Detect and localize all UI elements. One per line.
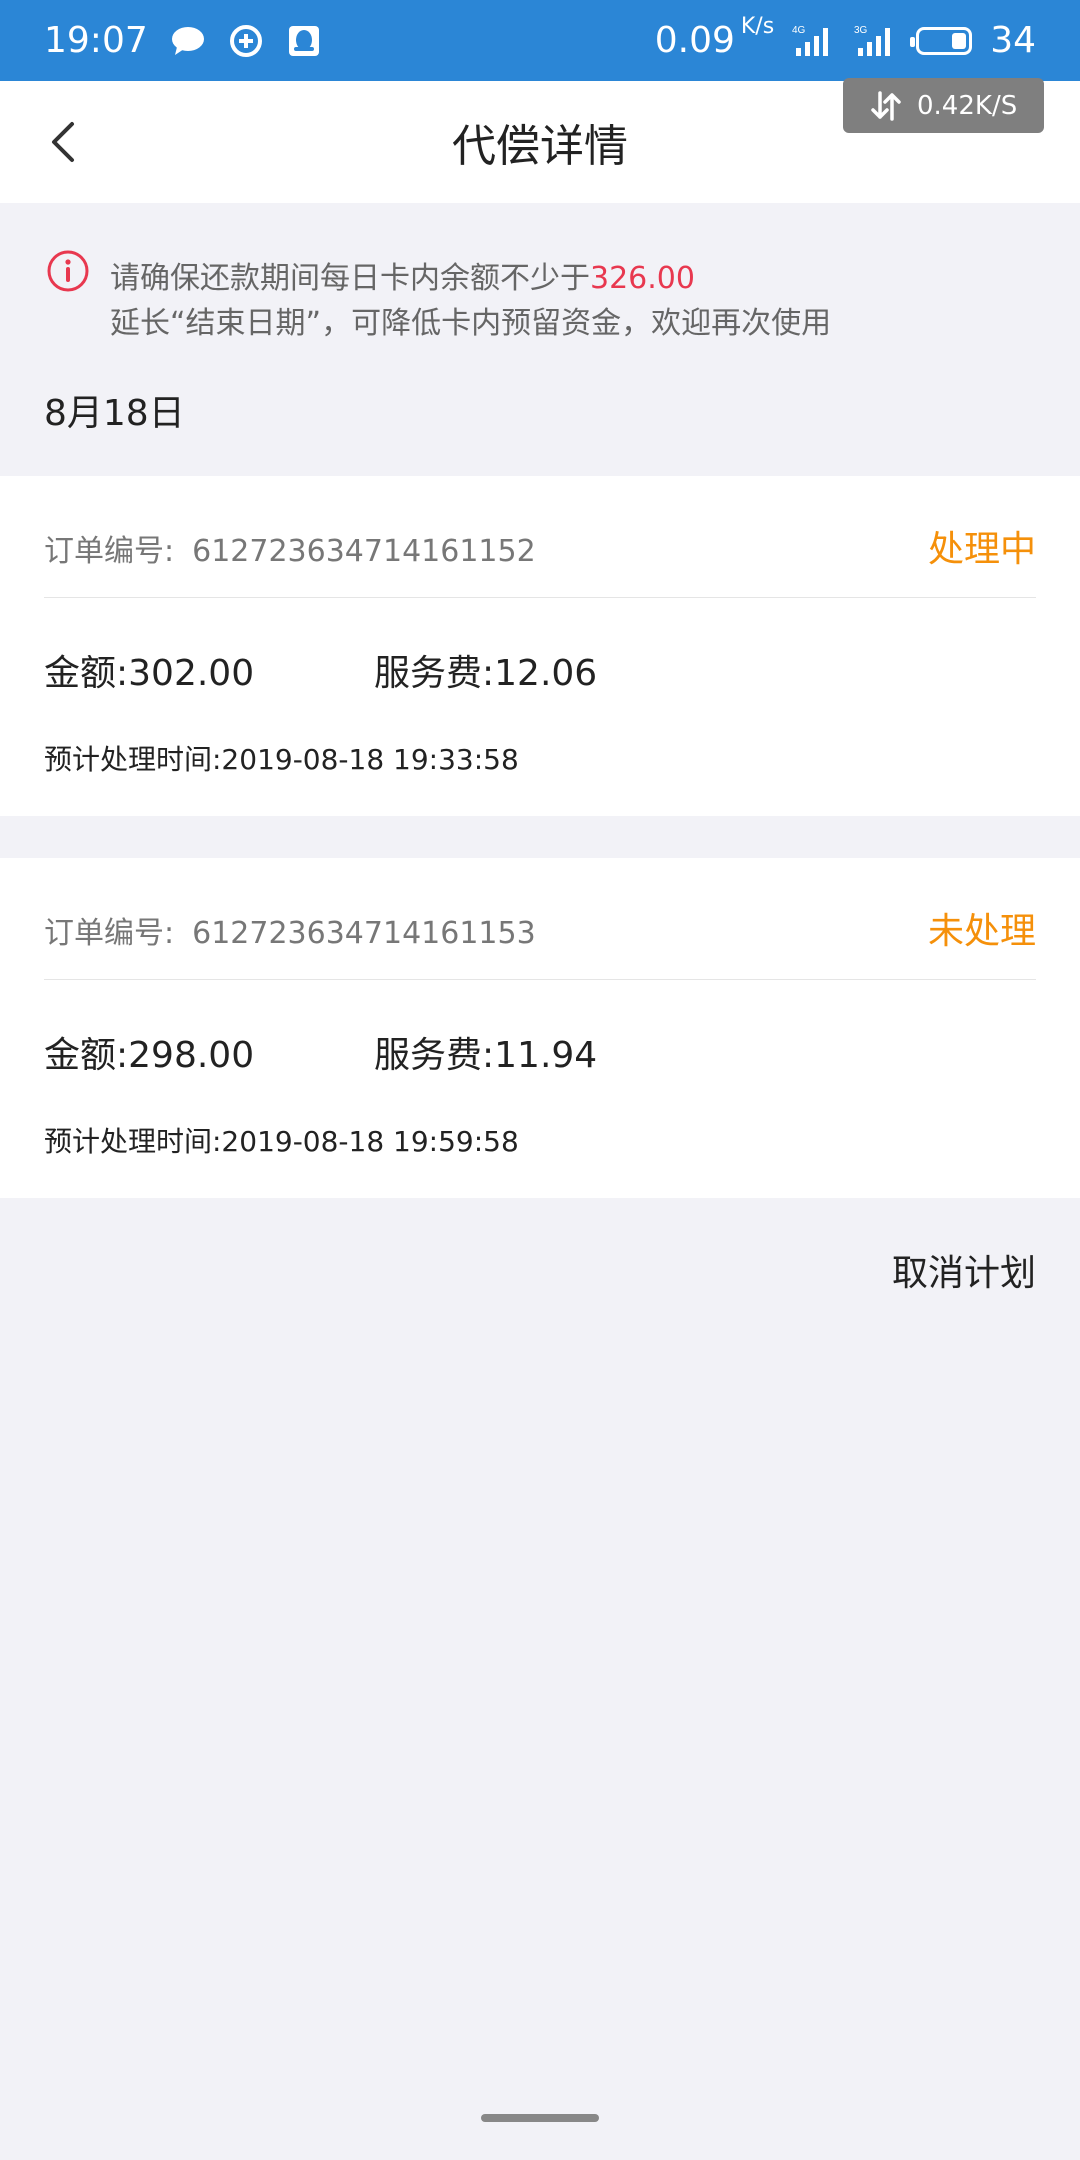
signal-3g-icon: 3G (854, 23, 898, 59)
chat-bubble-icon (170, 23, 206, 59)
notice-amount: 326.00 (590, 261, 695, 296)
transfer-arrows-icon (871, 90, 901, 121)
battery-icon (910, 26, 973, 55)
sync-app-icon (228, 23, 264, 59)
notice-prefix: 请确保还款期间每日卡内余额不少于 (110, 261, 590, 296)
order-number-label: 订单编号: (44, 916, 175, 951)
order-fee: 服务费:12.06 (374, 653, 598, 694)
network-speed-value: 0.09 (654, 20, 735, 61)
order-time: 预计处理时间:2019-08-18 19:33:58 (44, 743, 519, 776)
order-status: 处理中 (927, 529, 1036, 570)
status-bar: 19:07 0.09 K/s 4G 3G 34 (0, 0, 1080, 81)
order-number-value: 612723634714161152 (192, 534, 536, 569)
notice-line-2: 延长“结束日期”，可降低卡内预留资金，欢迎再次使用 (110, 306, 832, 341)
battery-percent: 34 (990, 20, 1036, 61)
status-time: 19:07 (44, 20, 148, 61)
order-card[interactable]: 订单编号: 612723634714161153 未处理 金额:298.00 服务… (0, 858, 1080, 1198)
cancel-plan-button[interactable]: 取消计划 (892, 1244, 1036, 1296)
order-number: 订单编号: 612723634714161153 (44, 908, 536, 952)
svg-text:4G: 4G (792, 25, 806, 36)
order-number-label: 订单编号: (44, 534, 175, 569)
notice-line-1: 请确保还款期间每日卡内余额不少于326.00 (110, 253, 695, 297)
network-speed-unit: K/s (740, 14, 775, 39)
order-number: 订单编号: 612723634714161152 (44, 526, 536, 570)
order-amount: 金额:298.00 (44, 1035, 255, 1076)
order-amount: 金额:302.00 (44, 653, 255, 694)
back-button[interactable] (38, 117, 88, 167)
divider (44, 979, 1036, 980)
order-status: 未处理 (927, 911, 1036, 952)
qq-icon (286, 23, 322, 59)
overlay-speed-text: 0.42K/S (917, 90, 1018, 121)
order-fee: 服务费:11.94 (374, 1035, 598, 1076)
divider (44, 597, 1036, 598)
chevron-left-icon (52, 122, 74, 162)
network-speed-overlay: 0.42K/S (843, 78, 1044, 133)
notice-banner: 请确保还款期间每日卡内余额不少于326.00 延长“结束日期”，可降低卡内预留资… (0, 203, 1080, 344)
order-card[interactable]: 订单编号: 612723634714161152 处理中 金额:302.00 服务… (0, 476, 1080, 816)
signal-4g-icon: 4G (792, 23, 836, 59)
page-title: 代偿详情 (452, 121, 628, 172)
date-heading: 8月18日 (44, 393, 185, 434)
info-warning-icon (47, 250, 89, 292)
order-time: 预计处理时间:2019-08-18 19:59:58 (44, 1125, 519, 1158)
home-indicator[interactable] (481, 2114, 599, 2122)
network-speed: 0.09 K/s (654, 14, 774, 61)
order-number-value: 612723634714161153 (192, 916, 536, 951)
svg-text:3G: 3G (854, 25, 868, 36)
